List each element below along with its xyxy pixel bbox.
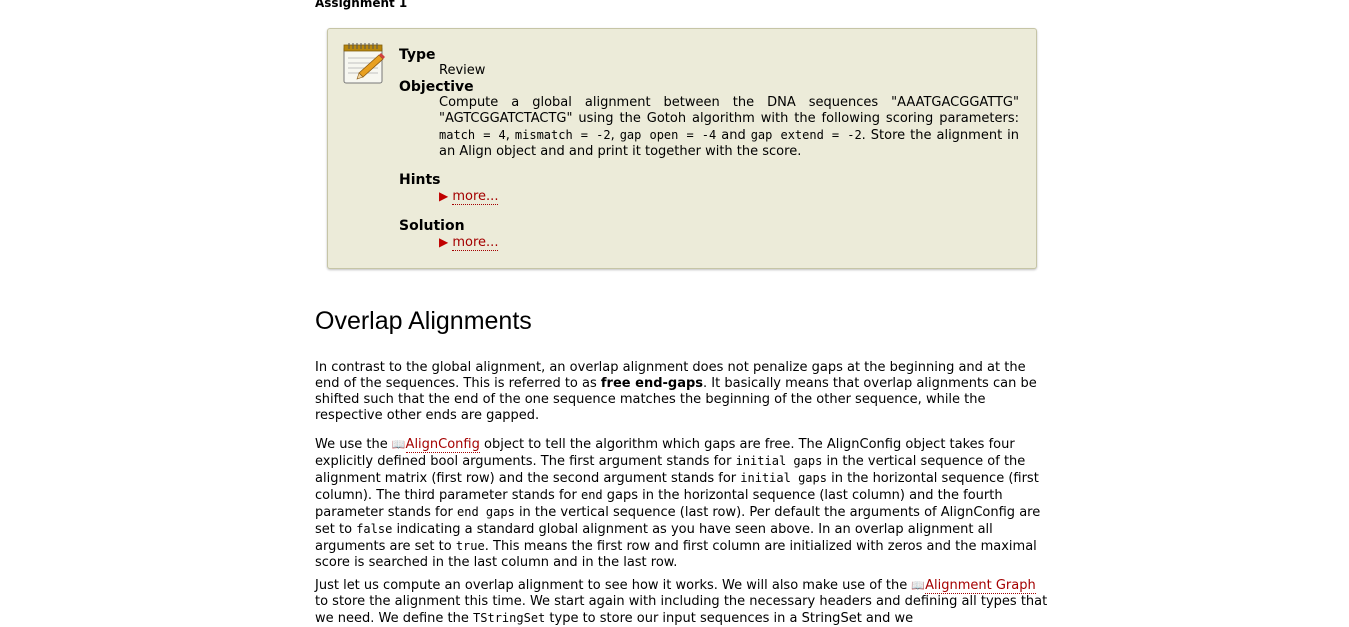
solution-more-link[interactable]: more... — [452, 235, 499, 251]
hints-more-link[interactable]: more... — [452, 189, 499, 205]
code-end-gaps: end gaps — [457, 505, 515, 519]
code-initial-gaps: initial gaps — [735, 454, 823, 468]
section-heading: Overlap Alignments — [315, 307, 532, 335]
assignment-details: Type Review Objective Compute a global a… — [399, 47, 1019, 251]
objective-sep: , — [505, 128, 515, 143]
objective-sep: and — [716, 128, 751, 143]
assignment-box: Type Review Objective Compute a global a… — [327, 28, 1037, 269]
paragraph-text: We use the — [315, 437, 392, 452]
type-value: Review — [439, 63, 486, 78]
assignment-title: Assignment 1 — [315, 0, 408, 10]
code-gap-extend: gap extend = -2 — [750, 128, 862, 142]
book-icon: 📖 — [391, 438, 406, 451]
paragraph-text: Just let us compute an overlap alignment… — [315, 578, 912, 593]
paragraph-overlap-example: Just let us compute an overlap alignment… — [315, 578, 1050, 627]
paragraph-alignconfig: We use the 📖AlignConfig object to tell t… — [315, 437, 1050, 571]
code-gap-open: gap open = -4 — [619, 128, 717, 142]
code-initial-gaps: initial gaps — [740, 471, 827, 485]
paragraph-overlap-intro: In contrast to the global alignment, an … — [315, 360, 1050, 424]
objective-text-part: Compute a global alignment between the D… — [439, 95, 1019, 126]
solution-label: Solution — [399, 218, 465, 234]
code-tstringset: TStringSet — [473, 611, 546, 625]
code-false: false — [356, 522, 393, 536]
alignment-graph-link[interactable]: Alignment Graph — [925, 578, 1036, 594]
code-match: match = 4 — [439, 128, 506, 142]
bold-free-end-gaps: free end-gaps — [600, 376, 704, 391]
paragraph-text: type to store our input sequences in a S… — [545, 611, 914, 626]
book-icon: 📖 — [911, 579, 926, 592]
code-mismatch: mismatch = -2 — [514, 128, 611, 142]
objective-sep: , — [610, 128, 620, 143]
alignconfig-link[interactable]: AlignConfig — [405, 437, 480, 453]
notepad-pencil-icon — [341, 41, 387, 87]
code-end: end — [580, 488, 603, 502]
objective-label: Objective — [399, 79, 474, 95]
triangle-right-icon: ▶ — [439, 235, 449, 249]
solution-more-row: ▶ more... — [439, 234, 1019, 251]
hints-more-row: ▶ more... — [439, 188, 1019, 205]
triangle-right-icon: ▶ — [439, 189, 449, 203]
objective-text: Compute a global alignment between the D… — [439, 95, 1019, 160]
hints-label: Hints — [399, 172, 441, 188]
type-label: Type — [399, 47, 436, 63]
code-true: true — [455, 539, 485, 553]
